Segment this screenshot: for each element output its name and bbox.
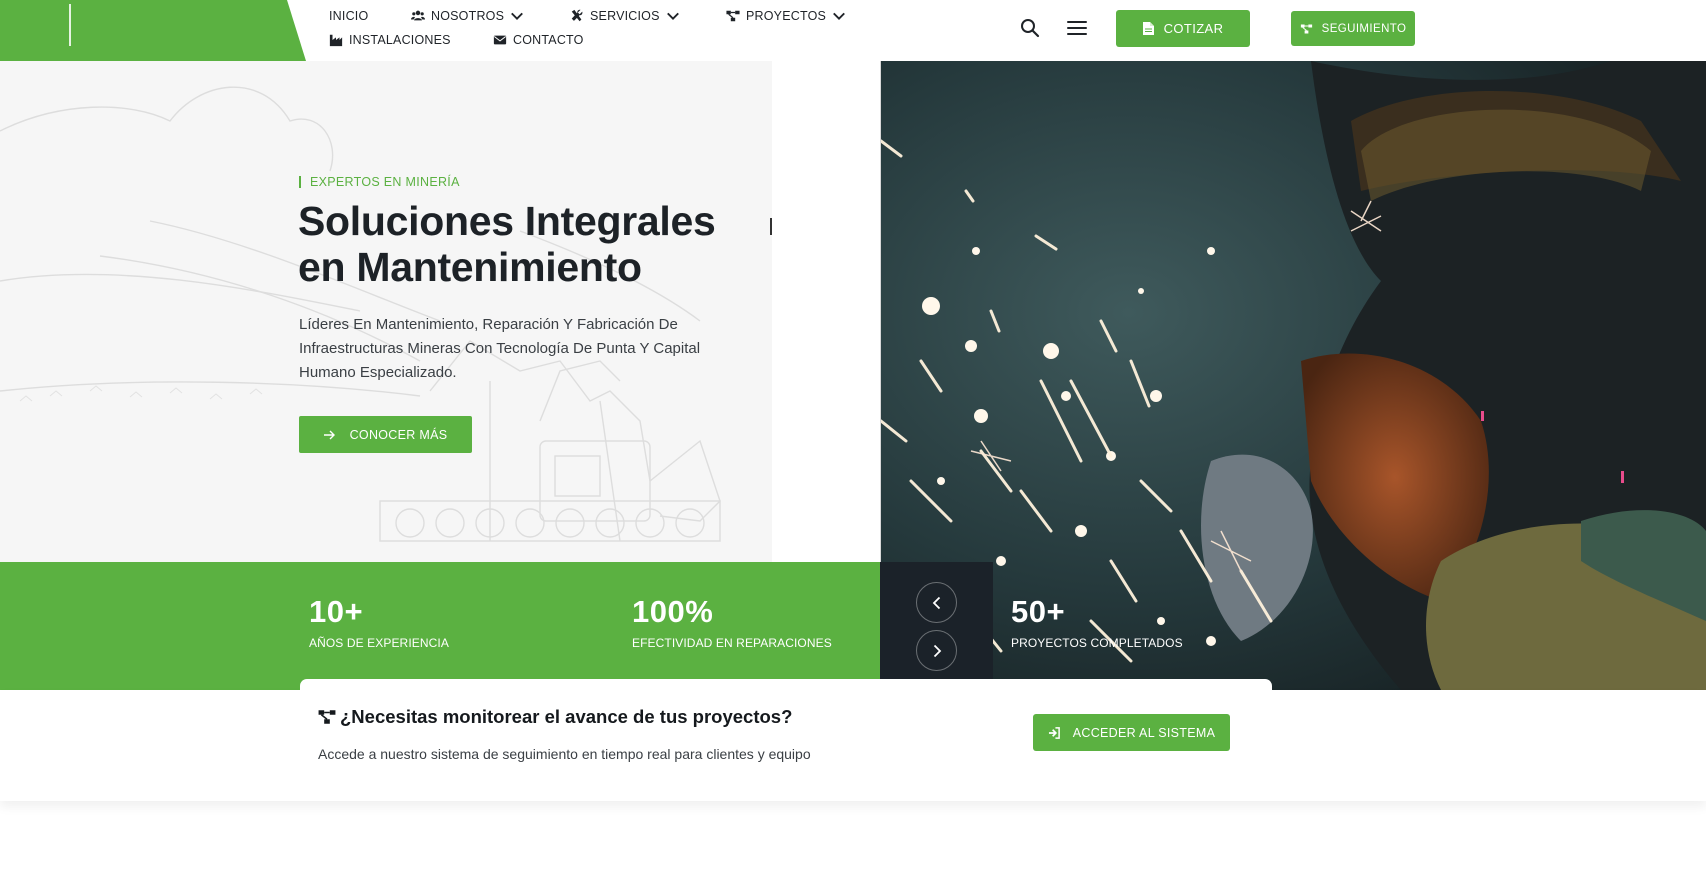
nav-label: INICIO xyxy=(329,9,369,23)
logo-divider xyxy=(69,4,71,46)
seguimiento-button[interactable]: SEGUIMIENTO xyxy=(1291,11,1415,46)
nav-item-proyectos[interactable]: PROYECTOS xyxy=(726,9,846,23)
stat-value: 100% xyxy=(632,594,714,629)
monitor-title-text: ¿Necesitas monitorear el avance de tus p… xyxy=(340,706,793,727)
eyebrow-accent-bar xyxy=(299,176,301,188)
nav-label: PROYECTOS xyxy=(746,9,827,23)
project-diagram-icon xyxy=(1300,24,1312,33)
chevron-down-icon xyxy=(833,12,845,20)
stat-value: 10+ xyxy=(309,594,364,629)
nav-item-nosotros[interactable]: NOSOTROS xyxy=(411,9,524,23)
arrow-right-icon xyxy=(323,430,335,439)
file-icon xyxy=(1142,22,1154,35)
sign-in-icon xyxy=(1048,726,1060,739)
stat-label: PROYECTOS COMPLETADOS xyxy=(1011,636,1183,650)
seguimiento-label: SEGUIMIENTO xyxy=(1321,22,1407,35)
nav-label: INSTALACIONES xyxy=(349,33,451,47)
search-icon[interactable] xyxy=(1019,17,1041,39)
text-cursor xyxy=(770,218,772,235)
chevron-down-icon xyxy=(666,12,679,20)
nav-label: CONTACTO xyxy=(513,33,584,47)
welder-sparks-image xyxy=(881,61,1706,690)
nav-item-inicio[interactable]: INICIO xyxy=(329,9,368,23)
stat-experience: 10+ AÑOS DE EXPERIENCIA xyxy=(309,594,449,650)
monitor-title: ¿Necesitas monitorear el avance de tus p… xyxy=(317,706,792,728)
hero-description: Líderes En Mantenimiento, Reparación Y F… xyxy=(299,316,701,381)
main-nav: INICIO NOSOTROS SERVICIOS PROYECTOS INST… xyxy=(329,9,889,55)
nav-item-servicios[interactable]: SERVICIOS xyxy=(570,9,680,23)
slider-next-button[interactable] xyxy=(916,630,957,671)
slider-controls xyxy=(880,562,993,690)
conocer-mas-button[interactable]: CONOCER MÁS xyxy=(299,416,472,453)
site-header: INICIO NOSOTROS SERVICIOS PROYECTOS INST… xyxy=(0,0,1706,61)
acceder-sistema-label: ACCEDER AL SISTEMA xyxy=(1072,725,1216,740)
hero-eyebrow: EXPERTOS EN MINERÍA xyxy=(299,175,460,189)
monitor-subtitle: Accede a nuestro sistema de seguimiento … xyxy=(318,746,811,762)
stat-label: EFECTIVIDAD EN REPARACIONES xyxy=(632,636,832,650)
stat-value: 50+ xyxy=(1011,594,1066,629)
chevron-right-icon xyxy=(933,644,941,657)
welder-sparks-photo xyxy=(881,61,1706,690)
slider-prev-button[interactable] xyxy=(916,582,957,623)
nav-label: NOSOTROS xyxy=(431,9,505,23)
hero-title-line2: en Mantenimiento xyxy=(298,244,642,290)
cotizar-label: COTIZAR xyxy=(1163,21,1224,36)
stat-projects: 50+ PROYECTOS COMPLETADOS xyxy=(1011,594,1183,650)
conocer-mas-label: CONOCER MÁS xyxy=(349,427,448,442)
stat-label: AÑOS DE EXPERIENCIA xyxy=(309,636,449,650)
envelope-icon xyxy=(493,35,507,45)
acceder-sistema-button[interactable]: ACCEDER AL SISTEMA xyxy=(1033,714,1230,751)
hero-title-line1: Soluciones Integrales xyxy=(298,198,716,244)
hamburger-menu-icon[interactable] xyxy=(1066,17,1088,39)
project-diagram-icon xyxy=(318,710,336,724)
hero-spacer xyxy=(772,61,881,562)
project-diagram-icon xyxy=(726,10,740,22)
chevron-left-icon xyxy=(932,596,940,609)
nav-item-instalaciones[interactable]: INSTALACIONES xyxy=(329,33,451,47)
chevron-down-icon xyxy=(511,12,524,20)
logo-area[interactable] xyxy=(0,0,306,61)
nav-item-contacto[interactable]: CONTACTO xyxy=(493,33,584,47)
tools-icon xyxy=(571,9,583,22)
industry-icon xyxy=(329,34,343,47)
stats-bar: 10+ AÑOS DE EXPERIENCIA 100% EFECTIVIDAD… xyxy=(0,562,880,690)
eyebrow-text: EXPERTOS EN MINERÍA xyxy=(310,175,460,189)
stat-effectiveness: 100% EFECTIVIDAD EN REPARACIONES xyxy=(632,594,832,650)
hero-title: Soluciones Integrales en Mantenimiento xyxy=(298,198,758,290)
cotizar-button[interactable]: COTIZAR xyxy=(1116,10,1250,47)
hero-panel: EXPERTOS EN MINERÍA Soluciones Integrale… xyxy=(0,61,772,562)
users-icon xyxy=(411,10,425,21)
nav-label: SERVICIOS xyxy=(590,9,660,23)
excavator-sketch-illustration xyxy=(0,86,721,542)
